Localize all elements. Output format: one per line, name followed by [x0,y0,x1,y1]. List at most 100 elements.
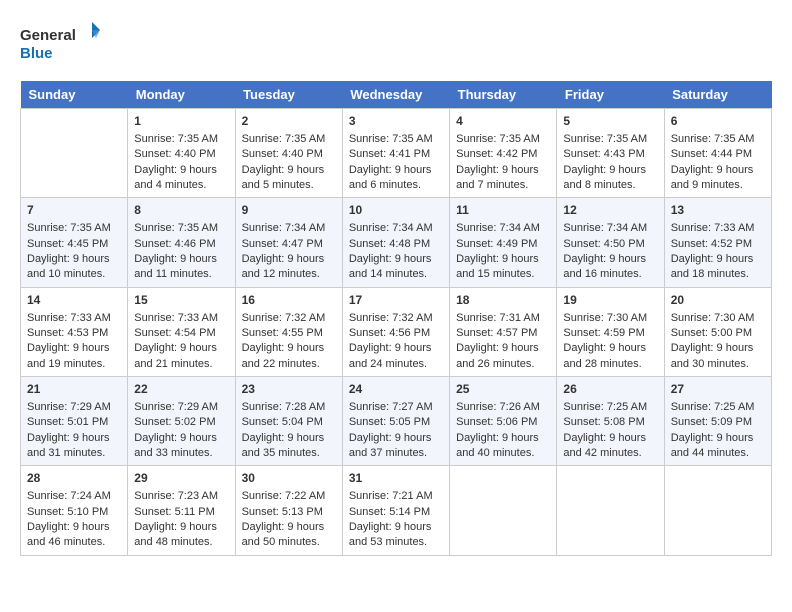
day-info: Sunset: 4:50 PM [563,237,657,252]
day-number: 10 [349,202,443,219]
day-info: and 31 minutes. [27,446,121,461]
calendar-cell: 7Sunrise: 7:35 AMSunset: 4:45 PMDaylight… [21,198,128,287]
day-info: Daylight: 9 hours [242,163,336,178]
day-number: 13 [671,202,765,219]
day-info: Sunset: 5:11 PM [134,505,228,520]
day-info: Daylight: 9 hours [349,163,443,178]
day-info: Sunrise: 7:35 AM [671,132,765,147]
day-number: 29 [134,470,228,487]
day-info: Sunset: 4:48 PM [349,237,443,252]
day-info: Daylight: 9 hours [134,520,228,535]
calendar-cell: 15Sunrise: 7:33 AMSunset: 4:54 PMDayligh… [128,287,235,376]
day-info: Daylight: 9 hours [242,252,336,267]
calendar-cell: 21Sunrise: 7:29 AMSunset: 5:01 PMDayligh… [21,377,128,466]
page-header: General Blue [20,20,772,65]
weekday-header-row: SundayMondayTuesdayWednesdayThursdayFrid… [21,81,772,109]
day-info: Sunset: 5:04 PM [242,415,336,430]
day-info: and 37 minutes. [349,446,443,461]
day-info: Sunrise: 7:34 AM [563,221,657,236]
calendar-cell [664,466,771,555]
day-number: 19 [563,292,657,309]
day-info: Sunset: 4:56 PM [349,326,443,341]
day-info: Daylight: 9 hours [563,163,657,178]
day-number: 3 [349,113,443,130]
svg-text:Blue: Blue [20,45,53,62]
day-info: Daylight: 9 hours [671,341,765,356]
calendar-cell: 11Sunrise: 7:34 AMSunset: 4:49 PMDayligh… [450,198,557,287]
calendar-cell [557,466,664,555]
day-info: Sunset: 4:59 PM [563,326,657,341]
day-number: 30 [242,470,336,487]
calendar-cell: 31Sunrise: 7:21 AMSunset: 5:14 PMDayligh… [342,466,449,555]
day-number: 2 [242,113,336,130]
day-info: and 9 minutes. [671,178,765,193]
day-number: 5 [563,113,657,130]
day-info: and 33 minutes. [134,446,228,461]
day-info: Sunrise: 7:34 AM [242,221,336,236]
day-info: and 4 minutes. [134,178,228,193]
day-info: Daylight: 9 hours [27,431,121,446]
calendar-cell: 8Sunrise: 7:35 AMSunset: 4:46 PMDaylight… [128,198,235,287]
day-info: Sunrise: 7:25 AM [563,400,657,415]
calendar-cell: 17Sunrise: 7:32 AMSunset: 4:56 PMDayligh… [342,287,449,376]
day-info: Sunset: 5:00 PM [671,326,765,341]
week-row-2: 7Sunrise: 7:35 AMSunset: 4:45 PMDaylight… [21,198,772,287]
day-number: 27 [671,381,765,398]
weekday-header-wednesday: Wednesday [342,81,449,109]
day-info: Sunset: 4:54 PM [134,326,228,341]
day-number: 14 [27,292,121,309]
day-info: and 12 minutes. [242,267,336,282]
day-info: Sunset: 4:57 PM [456,326,550,341]
day-info: Sunrise: 7:30 AM [563,311,657,326]
day-info: Sunset: 4:49 PM [456,237,550,252]
week-row-3: 14Sunrise: 7:33 AMSunset: 4:53 PMDayligh… [21,287,772,376]
calendar-cell: 9Sunrise: 7:34 AMSunset: 4:47 PMDaylight… [235,198,342,287]
day-info: Daylight: 9 hours [242,341,336,356]
day-info: Sunset: 5:14 PM [349,505,443,520]
day-info: Sunset: 4:43 PM [563,147,657,162]
day-info: Daylight: 9 hours [134,252,228,267]
calendar-cell: 28Sunrise: 7:24 AMSunset: 5:10 PMDayligh… [21,466,128,555]
day-info: Sunset: 5:06 PM [456,415,550,430]
calendar-cell: 2Sunrise: 7:35 AMSunset: 4:40 PMDaylight… [235,109,342,198]
calendar-cell: 26Sunrise: 7:25 AMSunset: 5:08 PMDayligh… [557,377,664,466]
day-info: Daylight: 9 hours [671,431,765,446]
calendar-cell: 27Sunrise: 7:25 AMSunset: 5:09 PMDayligh… [664,377,771,466]
day-info: Sunrise: 7:32 AM [349,311,443,326]
day-info: and 16 minutes. [563,267,657,282]
day-info: Daylight: 9 hours [349,431,443,446]
day-info: Sunset: 4:40 PM [134,147,228,162]
day-info: Sunset: 5:08 PM [563,415,657,430]
day-number: 26 [563,381,657,398]
day-info: Daylight: 9 hours [671,163,765,178]
day-info: Sunrise: 7:24 AM [27,489,121,504]
day-number: 17 [349,292,443,309]
day-info: Sunrise: 7:30 AM [671,311,765,326]
day-info: Daylight: 9 hours [242,520,336,535]
day-number: 21 [27,381,121,398]
calendar-cell: 24Sunrise: 7:27 AMSunset: 5:05 PMDayligh… [342,377,449,466]
day-info: Daylight: 9 hours [456,431,550,446]
calendar-cell: 6Sunrise: 7:35 AMSunset: 4:44 PMDaylight… [664,109,771,198]
day-info: Daylight: 9 hours [456,163,550,178]
calendar-cell: 18Sunrise: 7:31 AMSunset: 4:57 PMDayligh… [450,287,557,376]
day-number: 18 [456,292,550,309]
day-info: Sunrise: 7:27 AM [349,400,443,415]
day-info: Sunset: 4:47 PM [242,237,336,252]
calendar-cell: 10Sunrise: 7:34 AMSunset: 4:48 PMDayligh… [342,198,449,287]
day-info: Daylight: 9 hours [456,341,550,356]
week-row-1: 1Sunrise: 7:35 AMSunset: 4:40 PMDaylight… [21,109,772,198]
day-info: Daylight: 9 hours [563,252,657,267]
day-number: 31 [349,470,443,487]
day-info: Daylight: 9 hours [563,341,657,356]
day-info: Sunset: 4:44 PM [671,147,765,162]
calendar-cell: 3Sunrise: 7:35 AMSunset: 4:41 PMDaylight… [342,109,449,198]
day-info: Sunrise: 7:33 AM [671,221,765,236]
calendar-cell: 19 Sunrise: 7:30 AMSunset: 4:59 PMDayligh… [557,287,664,376]
day-info: Sunrise: 7:32 AM [242,311,336,326]
day-info: Sunset: 5:10 PM [27,505,121,520]
day-info: Sunrise: 7:35 AM [27,221,121,236]
weekday-header-friday: Friday [557,81,664,109]
day-info: and 40 minutes. [456,446,550,461]
logo-svg: General Blue [20,20,100,65]
